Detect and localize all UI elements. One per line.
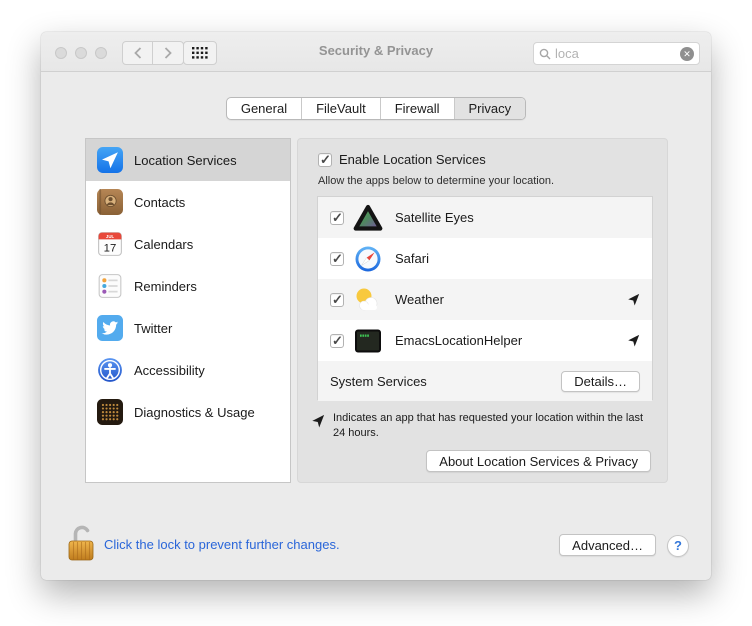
help-button[interactable]: ? [667, 535, 689, 557]
app-name: Weather [395, 292, 627, 307]
sidebar-item-label: Reminders [134, 279, 197, 294]
sidebar-item-label: Location Services [134, 153, 237, 168]
app-row-satellite-eyes: Satellite Eyes [318, 197, 652, 238]
tab-firewall[interactable]: Firewall [380, 98, 454, 119]
sidebar-item-label: Calendars [134, 237, 193, 252]
lock-hint-link[interactable]: Click the lock to prevent further change… [104, 537, 340, 552]
privacy-sidebar: Location Services Contacts JUL [85, 138, 291, 483]
contacts-book-icon [97, 189, 123, 215]
location-arrow-icon [97, 147, 123, 173]
sidebar-item-accessibility[interactable]: Accessibility [86, 349, 290, 391]
app-name: EmacsLocationHelper [395, 333, 627, 348]
app-row-safari: Safari [318, 238, 652, 279]
app-checkbox[interactable] [330, 252, 344, 266]
svg-text:17: 17 [104, 243, 117, 255]
sidebar-item-diagnostics-usage[interactable]: Diagnostics & Usage [86, 391, 290, 433]
sidebar-item-label: Accessibility [134, 363, 205, 378]
sidebar-item-contacts[interactable]: Contacts [86, 181, 290, 223]
app-checkbox[interactable] [330, 211, 344, 225]
enable-location-services-label: Enable Location Services [339, 152, 486, 167]
app-checkbox[interactable] [330, 293, 344, 307]
sidebar-item-label: Contacts [134, 195, 185, 210]
tab-filevault[interactable]: FileVault [301, 98, 380, 119]
details-button[interactable]: Details… [561, 371, 640, 392]
app-name: Satellite Eyes [395, 210, 627, 225]
panel-description: Allow the apps below to determine your l… [318, 175, 554, 187]
twitter-bird-icon [97, 315, 123, 341]
recent-location-arrow-icon [627, 293, 640, 306]
tab-bar: General FileVault Firewall Privacy [41, 97, 711, 120]
sidebar-item-label: Diagnostics & Usage [134, 405, 255, 420]
search-icon [539, 48, 551, 60]
clear-search-icon[interactable]: ✕ [680, 47, 694, 61]
location-services-panel: Enable Location Services Allow the apps … [297, 138, 668, 483]
recent-location-arrow-icon [627, 334, 640, 347]
unlocked-lock-icon[interactable] [66, 522, 96, 569]
app-name: Safari [395, 251, 627, 266]
enable-location-services-checkbox[interactable] [318, 153, 332, 167]
sidebar-item-twitter[interactable]: Twitter [86, 307, 290, 349]
app-list: Satellite Eyes Safari [317, 196, 653, 400]
tab-privacy[interactable]: Privacy [454, 98, 526, 119]
calendar-icon: JUL 17 [97, 231, 123, 257]
app-checkbox[interactable] [330, 334, 344, 348]
reminders-list-icon [97, 273, 123, 299]
enable-location-services-row: Enable Location Services [318, 152, 486, 167]
title-bar: Security & Privacy ✕ [41, 32, 711, 72]
app-row-emacslocationhelper: EmacsLocationHelper [318, 320, 652, 361]
search-field[interactable]: ✕ [533, 42, 700, 65]
weather-sun-cloud-icon [353, 285, 383, 315]
accessibility-figure-icon [97, 357, 123, 383]
recent-request-footnote: Indicates an app that has requested your… [311, 411, 656, 440]
security-privacy-window: Security & Privacy ✕ General FileVault F… [41, 32, 711, 580]
sidebar-item-calendars[interactable]: JUL 17 Calendars [86, 223, 290, 265]
search-input[interactable] [555, 46, 680, 61]
tab-general[interactable]: General [227, 98, 301, 119]
location-arrow-icon [311, 414, 325, 428]
advanced-button[interactable]: Advanced… [559, 534, 656, 556]
system-services-label: System Services [330, 374, 561, 389]
terminal-icon [353, 326, 383, 356]
app-row-weather: Weather [318, 279, 652, 320]
diagnostics-grid-icon [97, 399, 123, 425]
footnote-text: Indicates an app that has requested your… [333, 411, 649, 440]
safari-compass-icon [353, 244, 383, 274]
about-location-services-button[interactable]: About Location Services & Privacy [426, 450, 651, 472]
sidebar-item-location-services[interactable]: Location Services [86, 139, 290, 181]
satellite-eyes-icon [353, 203, 383, 233]
sidebar-item-label: Twitter [134, 321, 172, 336]
svg-text:JUL: JUL [106, 234, 115, 239]
system-services-row: System Services Details… [318, 361, 652, 401]
sidebar-item-reminders[interactable]: Reminders [86, 265, 290, 307]
